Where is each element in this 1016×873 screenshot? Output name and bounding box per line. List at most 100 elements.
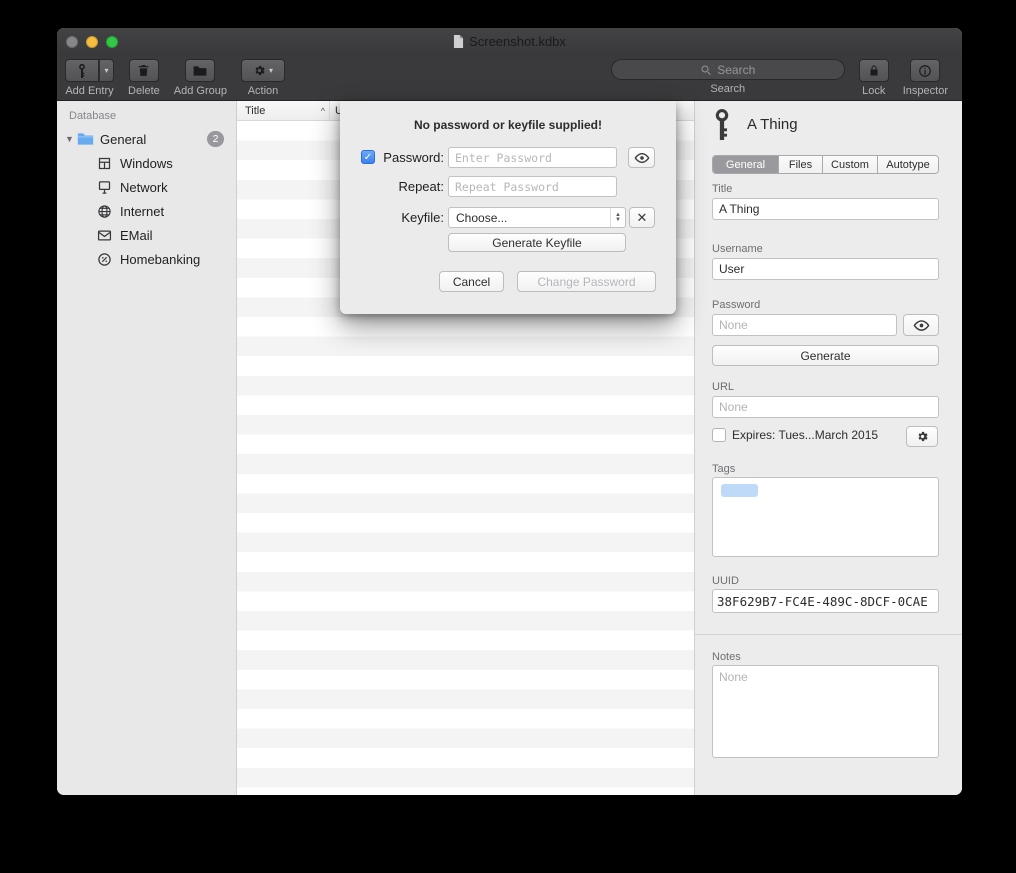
- dialog-password-label: Password:: [378, 150, 444, 165]
- change-password-label: Change Password: [537, 275, 635, 289]
- dialog-password-input[interactable]: [448, 147, 617, 168]
- generate-keyfile-button[interactable]: Generate Keyfile: [448, 233, 626, 252]
- lock-button[interactable]: [859, 59, 889, 82]
- add-group-button[interactable]: [185, 59, 215, 82]
- generate-keyfile-label: Generate Keyfile: [492, 236, 581, 250]
- titlebar[interactable]: Screenshot.kdbx: [57, 28, 962, 55]
- sort-ascending-icon: ^: [321, 106, 325, 116]
- sidebar-item-email[interactable]: EMail: [57, 223, 236, 247]
- inspector-tabs: General Files Custom Autotype: [712, 155, 939, 174]
- sidebar-item-label: Windows: [120, 156, 173, 171]
- uuid-label: UUID: [712, 575, 739, 587]
- entry-count-badge: 2: [207, 131, 224, 147]
- url-field[interactable]: [712, 396, 939, 418]
- key-icon: [712, 109, 732, 140]
- expires-label: Expires: Tues...March 2015: [732, 428, 878, 442]
- section-divider: [695, 634, 962, 635]
- add-entry-dropdown[interactable]: ▾: [99, 59, 114, 82]
- sidebar-item-label: Internet: [120, 204, 164, 219]
- document-icon: [453, 35, 464, 48]
- toolbar-label: Add Entry: [65, 85, 113, 97]
- toolbar-label: Search: [710, 83, 745, 95]
- tab-label: General: [726, 159, 765, 171]
- desktop-background: Screenshot.kdbx ▾ Add Entry: [0, 0, 1016, 873]
- tab-label: Files: [789, 159, 812, 171]
- tab-files[interactable]: Files: [779, 156, 823, 173]
- gear-icon: [916, 430, 929, 443]
- action-button[interactable]: ▾: [241, 59, 285, 82]
- sidebar: Database ▼ General 2 Windows: [57, 101, 237, 795]
- search-input[interactable]: Search: [611, 59, 845, 80]
- delete-button[interactable]: [129, 59, 159, 82]
- reveal-password-button[interactable]: [903, 314, 939, 336]
- expires-row: Expires: Tues...March 2015: [712, 428, 878, 442]
- notes-label: Notes: [712, 651, 741, 663]
- toolbar-search: Search Search: [611, 59, 845, 95]
- stepper-arrows-icon: ▲▼: [610, 208, 625, 227]
- close-button[interactable]: [66, 36, 78, 48]
- tab-general[interactable]: General: [713, 156, 779, 173]
- uuid-field[interactable]: [712, 589, 939, 613]
- tab-autotype[interactable]: Autotype: [878, 156, 938, 173]
- sidebar-item-label: Homebanking: [120, 252, 200, 267]
- sidebar-section-header: Database: [57, 101, 236, 127]
- column-header-title[interactable]: Title ^: [237, 101, 330, 120]
- search-placeholder: Search: [717, 63, 755, 77]
- chevron-down-icon: ▾: [104, 66, 108, 75]
- sidebar-item-homebanking[interactable]: Homebanking: [57, 247, 236, 271]
- expires-checkbox[interactable]: [712, 428, 726, 442]
- toolbar-label: Add Group: [174, 85, 227, 97]
- password-field[interactable]: [712, 314, 897, 336]
- sidebar-item-windows[interactable]: Windows: [57, 151, 236, 175]
- sidebar-item-network[interactable]: Network: [57, 175, 236, 199]
- sidebar-group-general[interactable]: ▼ General 2: [57, 127, 236, 151]
- percent-coin-icon: [97, 252, 112, 267]
- tab-custom[interactable]: Custom: [823, 156, 878, 173]
- tag-token[interactable]: [721, 484, 758, 497]
- dialog-repeat-input[interactable]: [448, 176, 617, 197]
- clear-keyfile-button[interactable]: [629, 207, 655, 228]
- sidebar-item-internet[interactable]: Internet: [57, 199, 236, 223]
- toolbar-label: Lock: [862, 85, 885, 97]
- cancel-button-label: Cancel: [453, 275, 490, 289]
- eye-icon: [913, 319, 930, 332]
- disclosure-triangle-icon[interactable]: ▼: [65, 134, 77, 144]
- expires-settings-button[interactable]: [906, 426, 938, 447]
- trash-icon: [137, 64, 150, 77]
- tags-box[interactable]: [712, 477, 939, 557]
- toolbar-add-group: Add Group: [174, 59, 227, 97]
- inspector-button[interactable]: [910, 59, 940, 82]
- toolbar-label: Delete: [128, 85, 160, 97]
- sidebar-group-label: General: [100, 132, 146, 147]
- tags-label: Tags: [712, 463, 735, 475]
- traffic-lights: [66, 36, 118, 48]
- generate-button-label: Generate: [800, 349, 850, 363]
- toolbar: ▾ Add Entry Delete A: [57, 55, 962, 101]
- change-password-button[interactable]: Change Password: [517, 271, 656, 292]
- username-field-label: Username: [712, 243, 763, 255]
- url-field-label: URL: [712, 381, 734, 393]
- lock-icon: [868, 64, 880, 77]
- zoom-button[interactable]: [106, 36, 118, 48]
- notes-field[interactable]: [712, 665, 939, 758]
- inspector-panel: A Thing General Files Custom Autotype: [695, 101, 962, 795]
- title-field-label: Title: [712, 183, 732, 195]
- minimize-button[interactable]: [86, 36, 98, 48]
- title-field[interactable]: [712, 198, 939, 220]
- cancel-button[interactable]: Cancel: [439, 271, 504, 292]
- password-checkbox[interactable]: [361, 150, 375, 164]
- entry-title: A Thing: [747, 116, 798, 133]
- window-title-area: Screenshot.kdbx: [57, 28, 962, 55]
- generate-password-button[interactable]: Generate: [712, 345, 939, 366]
- dialog-keyfile-label: Keyfile:: [378, 210, 444, 225]
- sidebar-item-label: EMail: [120, 228, 153, 243]
- username-field[interactable]: [712, 258, 939, 280]
- toolbar-inspector: Inspector: [903, 59, 948, 97]
- window-title: Screenshot.kdbx: [469, 34, 566, 49]
- dialog-message: No password or keyfile supplied!: [340, 118, 676, 132]
- add-entry-button[interactable]: [65, 59, 99, 82]
- globe-icon: [97, 204, 112, 219]
- keyfile-dropdown[interactable]: Choose... ▲▼: [448, 207, 626, 228]
- password-field-label: Password: [712, 299, 760, 311]
- dialog-reveal-password-button[interactable]: [628, 147, 655, 168]
